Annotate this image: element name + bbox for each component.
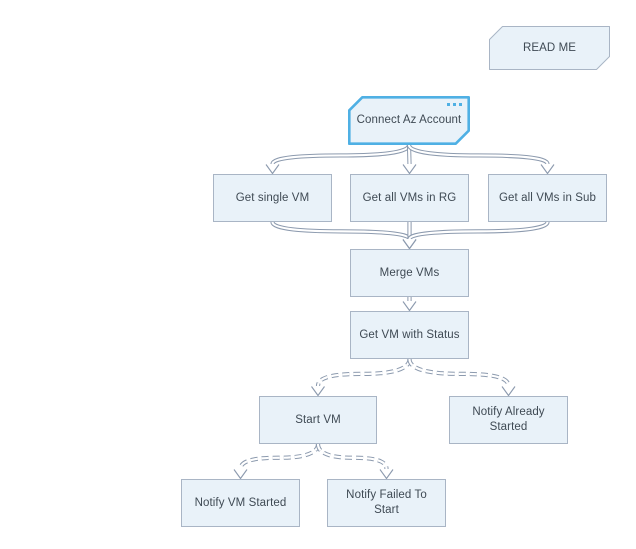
edge-edge-merge-to-status-arrowhead (402, 301, 417, 312)
edge-edge-connect-to-sub-arrowhead (540, 164, 555, 175)
node-label-get-all-vms-in-sub: Get all VMs in Sub (498, 191, 597, 204)
edge-edge-connect-to-single-inner (271, 144, 411, 165)
edge-edge-single-to-merge-arrowhead (402, 239, 417, 250)
edge-edge-sub-to-merge-arrowhead (402, 239, 417, 250)
node-read-me[interactable]: READ ME (489, 26, 610, 70)
node-label-connect-az-account: Connect Az Account (356, 114, 462, 127)
edge-layer (233, 144, 555, 480)
workflow-canvas[interactable]: READ ME Connect Az Account Get single VM Ge… (0, 0, 636, 549)
node-notify-failed-to-start[interactable]: Notify Failed To Start (327, 479, 446, 527)
node-get-all-vms-in-rg[interactable]: Get all VMs in RG (350, 174, 469, 222)
edge-edge-connect-to-single-arrowhead (265, 164, 280, 175)
node-notify-vm-started[interactable]: Notify VM Started (181, 479, 300, 527)
node-get-vm-with-status[interactable]: Get VM with Status (350, 311, 469, 359)
edge-edge-start-to-failed-outer (315, 443, 389, 470)
node-label-merge-vms: Merge VMs (379, 266, 440, 279)
node-label-notify-vm-started: Notify VM Started (194, 496, 287, 509)
node-label-get-vm-with-status: Get VM with Status (359, 328, 460, 341)
edge-edge-connect-to-rg-arrowhead (402, 164, 417, 175)
more-options-icon[interactable] (447, 103, 462, 106)
node-merge-vms[interactable]: Merge VMs (350, 249, 469, 297)
edge-edge-status-to-start-arrowhead (311, 386, 325, 397)
edge-edge-connect-to-single-outer (270, 144, 412, 165)
node-notify-already-started[interactable]: Notify Already Started (449, 396, 568, 444)
edge-edge-status-to-already-inner (408, 358, 510, 387)
edge-edge-connect-to-sub-outer (406, 144, 550, 165)
node-label-start-vm: Start VM (295, 413, 341, 426)
node-get-single-vm[interactable]: Get single VM (213, 174, 332, 222)
node-label-get-all-vms-in-rg: Get all VMs in RG (362, 191, 457, 204)
edge-edge-start-to-failed-inner (316, 443, 388, 470)
edge-edge-start-to-started-arrowhead (233, 469, 248, 480)
edge-edge-status-to-already-arrowhead (501, 386, 516, 397)
node-label-read-me: READ ME (522, 41, 577, 54)
edge-edge-connect-to-sub-inner (407, 144, 549, 165)
edge-edge-sub-to-merge-outer (407, 221, 550, 241)
edge-edge-rg-to-merge-arrowhead (402, 239, 417, 250)
edge-edge-connect-to-rg-outer (406, 144, 412, 165)
edge-edge-connect-to-rg-inner (407, 144, 411, 165)
node-connect-az-account[interactable]: Connect Az Account (348, 96, 470, 145)
node-label-get-single-vm: Get single VM (235, 191, 310, 204)
node-start-vm[interactable]: Start VM (259, 396, 377, 444)
node-get-all-vms-in-sub[interactable]: Get all VMs in Sub (488, 174, 607, 222)
node-label-notify-already-started: Notify Already Started (472, 406, 545, 433)
edge-edge-start-to-started-outer (238, 443, 321, 470)
edge-edge-status-to-start-inner (316, 358, 411, 387)
edge-edge-status-to-start-outer (315, 358, 412, 387)
edge-edge-single-to-merge-outer (270, 221, 412, 241)
edge-edge-start-to-started-inner (239, 443, 320, 470)
edge-edge-start-to-failed-arrowhead (379, 469, 394, 480)
edge-edge-single-to-merge-inner (271, 221, 411, 240)
node-label-notify-failed-to-start: Notify Failed To Start (346, 489, 427, 516)
edge-edge-status-to-already-outer (407, 358, 511, 387)
edge-edge-sub-to-merge-inner (408, 221, 549, 240)
